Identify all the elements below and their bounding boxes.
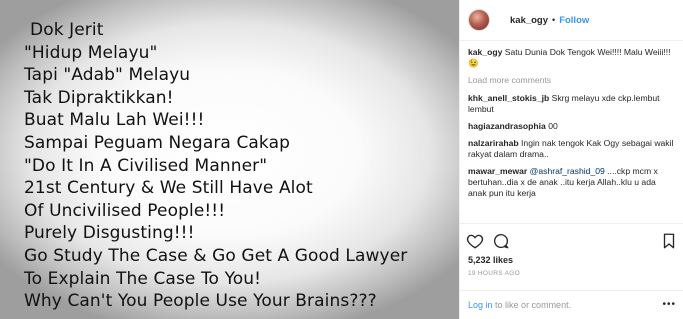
login-bar: Log in to like or comment. •••	[460, 290, 683, 319]
image-text-line: Sampai Peguam Negara Cakap	[24, 132, 290, 153]
comment-item: nalzarirahab Ingin nak tengok Kak Ogy se…	[468, 138, 675, 160]
image-text-line: Purely Disgusting!!!	[24, 223, 195, 244]
login-link[interactable]: Log in	[468, 300, 493, 310]
image-text-line: Why Can't You People Use Your Brains???	[24, 291, 377, 312]
likes-count[interactable]: 5,232 likes	[468, 255, 513, 265]
comment-item: khk_anell_stokis_jb Skrg melayu xde ckp.…	[468, 93, 675, 115]
image-text-line: Dok Jerit	[30, 20, 104, 40]
comment-mention[interactable]: @ashraf_rashid_09	[530, 166, 605, 176]
comment-username[interactable]: khk_anell_stokis_jb	[468, 93, 549, 103]
image-text-line: Tak Dipraktikkan!	[24, 87, 174, 108]
comment-item: mawar_mewar @ashraf_rashid_09 ....ckp mc…	[468, 166, 675, 198]
comments-section: kak_ogy Satu Dunia Dok Tengok Wei!!!! Ma…	[460, 41, 683, 198]
username-link[interactable]: kak_ogy	[510, 15, 548, 26]
heart-icon[interactable]	[466, 232, 484, 250]
caption-username[interactable]: kak_ogy	[468, 47, 502, 57]
comment-text: 00	[548, 121, 558, 131]
separator-dot: •	[552, 15, 556, 25]
image-text: Dok Jerit "Hidup Melayu" Tapi "Adab" Mel…	[24, 19, 454, 313]
image-text-line: Tapi "Adab" Melayu	[24, 65, 191, 86]
image-text-line: "Do It In A Civilised Manner"	[24, 155, 268, 176]
post-header: kak_ogy • Follow	[460, 0, 683, 41]
follow-button[interactable]: Follow	[559, 15, 589, 26]
more-options-icon[interactable]: •••	[662, 299, 676, 310]
login-prompt-text: to like or comment.	[495, 300, 572, 310]
image-text-line: To Explain The Case To You!	[24, 268, 262, 289]
image-text-line: 21st Century & We Still Have Alot	[24, 178, 313, 199]
action-bar	[460, 223, 683, 251]
image-text-line: Go Study The Case & Go Get A Good Lawyer	[24, 245, 408, 266]
comment-username[interactable]: mawar_mewar	[468, 166, 527, 176]
avatar[interactable]	[468, 9, 490, 31]
image-text-line: Buat Malu Lah Wei!!!	[24, 110, 205, 131]
image-text-line: "Hidup Melayu"	[24, 42, 158, 63]
caption: kak_ogy Satu Dunia Dok Tengok Wei!!!! Ma…	[468, 47, 675, 69]
post-sidebar: kak_ogy • Follow kak_ogy Satu Dunia Dok …	[459, 0, 683, 319]
comment-item: hagiazandrasophia 00	[468, 121, 675, 132]
comment-icon[interactable]	[492, 232, 510, 250]
load-more-comments-link[interactable]: Load more comments	[468, 75, 675, 86]
comment-username[interactable]: hagiazandrasophia	[468, 121, 546, 131]
bookmark-icon[interactable]	[660, 232, 678, 250]
timestamp[interactable]: 19 HOURS AGO	[468, 270, 520, 277]
post-image[interactable]: Dok Jerit "Hidup Melayu" Tapi "Adab" Mel…	[0, 0, 459, 319]
comment-username[interactable]: nalzarirahab	[468, 138, 519, 148]
image-text-line: Of Uncivilised People!!!	[24, 200, 226, 221]
